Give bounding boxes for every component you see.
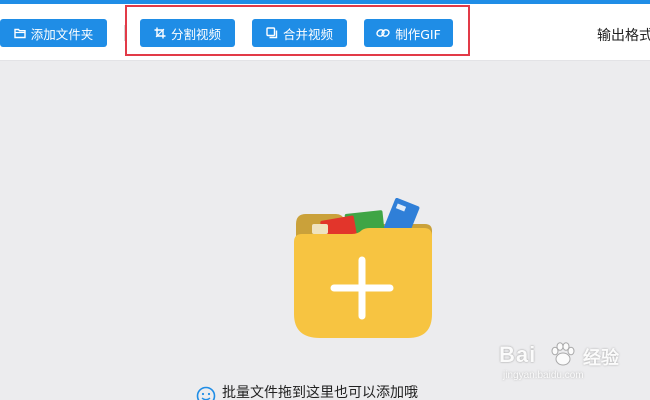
dropzone-hint: 批量文件拖到这里也可以添加哦 [196,384,418,400]
smile-icon [196,386,216,400]
dropzone-hint-text: 批量文件拖到这里也可以添加哦 [222,385,418,400]
paw-icon [551,342,575,366]
watermark-brand: Bai [499,342,537,367]
folder-icon [14,27,26,39]
watermark-url: jingyan.baidu.com [503,370,584,381]
baidu-jingyan-watermark: Bai 经验 jingyan.baidu.com [499,340,639,386]
add-folder-button[interactable]: 添加文件夹 [0,19,107,47]
add-files-dropzone[interactable] [292,197,437,340]
highlight-box [125,5,470,56]
add-folder-label: 添加文件夹 [30,26,94,42]
output-format-label[interactable]: 输出格式 [597,25,650,45]
folder-add-icon [294,197,432,338]
watermark-brand-cn: 经验 [583,348,619,369]
